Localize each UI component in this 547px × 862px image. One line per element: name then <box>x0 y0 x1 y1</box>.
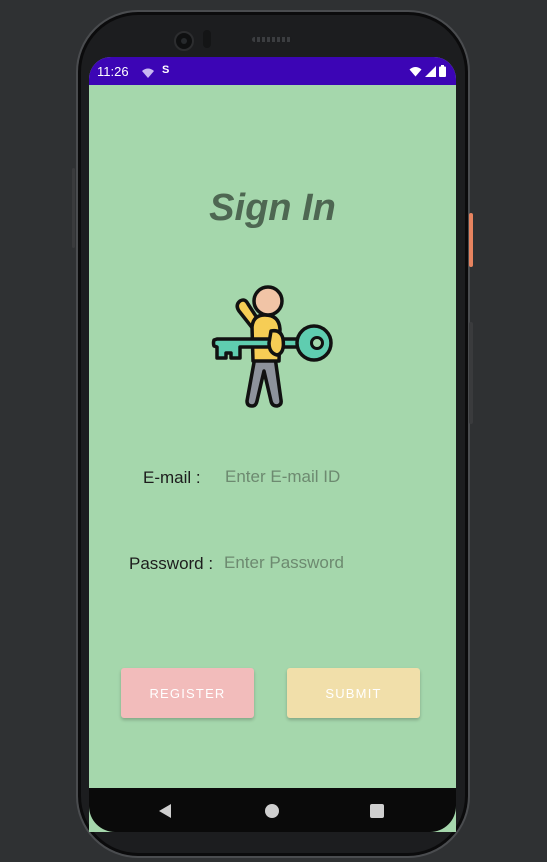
register-button[interactable]: REGISTER <box>121 668 254 718</box>
proximity-sensor <box>203 30 211 48</box>
earpiece-speaker <box>252 37 292 42</box>
email-label: E-mail : <box>143 468 201 487</box>
app-screen: 11:26 S Sign In E-mail: Enter E-mail ID… <box>89 57 456 832</box>
front-camera <box>174 31 194 51</box>
password-input[interactable] <box>224 551 364 575</box>
sync-icon: S <box>162 64 170 76</box>
signal-icon <box>425 65 436 77</box>
volume-button[interactable] <box>469 322 473 424</box>
battery-icon <box>439 65 446 77</box>
password-label: Password : <box>129 554 214 573</box>
email-input[interactable] <box>225 465 365 489</box>
page-title: Sign In <box>209 187 336 229</box>
wifi-icon <box>409 66 422 76</box>
emulator-stage: 11:26 S Sign In E-mail: Enter E-mail ID… <box>0 0 547 862</box>
power-button[interactable] <box>469 213 473 267</box>
submit-button[interactable]: SUBMIT <box>287 668 420 718</box>
back-icon[interactable] <box>158 803 172 819</box>
home-icon[interactable] <box>265 804 279 818</box>
person-holding-key-icon <box>211 285 333 408</box>
status-bar: 11:26 S <box>89 57 456 85</box>
navigation-bar <box>89 788 456 832</box>
status-right-icons <box>409 65 446 77</box>
left-edge-detail <box>72 168 75 248</box>
recents-icon[interactable] <box>370 804 384 818</box>
status-time: 11:26 <box>97 64 129 79</box>
wifi-calling-icon <box>141 66 155 81</box>
